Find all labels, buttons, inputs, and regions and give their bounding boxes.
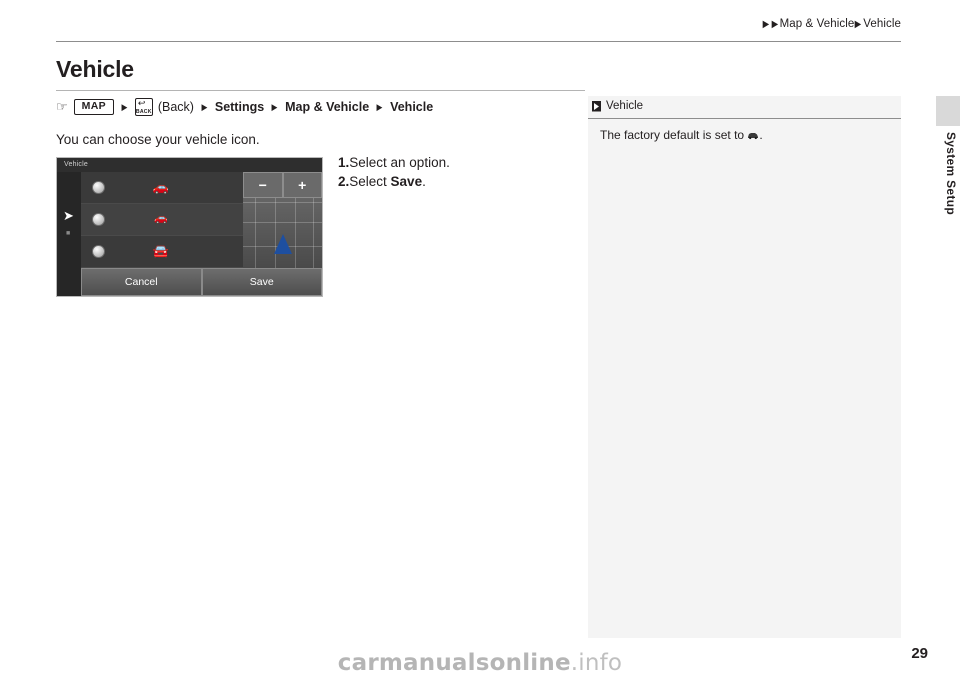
- cancel-button[interactable]: Cancel: [81, 268, 202, 296]
- back-button-key: ↩ BACK: [134, 98, 153, 116]
- zoom-out-button[interactable]: −: [243, 172, 283, 198]
- option-radio[interactable]: [92, 212, 105, 226]
- figure-left-toolbar: ➤ ■: [57, 172, 81, 296]
- section-tab-label: System Setup: [944, 132, 958, 215]
- path-arrow-icon: ▶: [271, 101, 278, 112]
- note-text-prefix: The factory default is set to: [600, 128, 748, 142]
- section-tab-marker: [936, 96, 960, 126]
- map-button-key: MAP: [73, 98, 114, 115]
- default-car-icon: [747, 128, 759, 140]
- list-item[interactable]: 🚗: [81, 172, 245, 204]
- option-radio[interactable]: [92, 244, 105, 258]
- option-radio[interactable]: [92, 180, 105, 194]
- back-key-label: BACK: [135, 109, 152, 115]
- list-item[interactable]: 🚗: [81, 203, 245, 236]
- step-number-1: 1.: [338, 155, 350, 170]
- zoom-in-button[interactable]: +: [282, 172, 322, 198]
- step-number-2: 2.: [338, 174, 350, 189]
- car-icon-1: 🚗: [152, 179, 170, 195]
- note-text: The factory default is set to .: [600, 127, 891, 143]
- car-icon-3: 🚘: [152, 243, 170, 259]
- note-divider: [588, 118, 901, 119]
- watermark-main: carmanualsonline: [337, 650, 571, 676]
- pointing-hand-icon: ☞: [56, 99, 68, 114]
- navigation-path: ☞ MAP ▶ ↩ BACK (Back) ▶ Settings ▶ Map &…: [56, 98, 433, 116]
- list-item[interactable]: 🚘: [81, 235, 245, 268]
- step-text-2-bold: Save: [390, 174, 423, 189]
- scale-marker-icon: ■: [66, 230, 71, 237]
- step-list: 1.Select an option. 2.Select Save.: [338, 153, 450, 191]
- path-item-settings: Settings: [214, 100, 265, 114]
- note-title: Vehicle: [606, 100, 644, 112]
- breadcrumb-item-1: Vehicle: [863, 18, 901, 30]
- breadcrumb-arrow-icon: ▶: [854, 19, 862, 30]
- breadcrumb-arrow-icon: ▶: [762, 19, 770, 30]
- breadcrumb-arrow-icon: ▶: [771, 19, 778, 30]
- figure-action-bar: Cancel Save: [81, 268, 322, 296]
- side-note-panel: Vehicle The factory default is set to .: [588, 96, 901, 638]
- watermark-suffix: .info: [570, 650, 623, 676]
- page-title: Vehicle: [56, 56, 134, 82]
- title-divider: [56, 90, 585, 91]
- note-text-suffix: .: [759, 128, 763, 142]
- intro-text: You can choose your vehicle icon.: [56, 132, 260, 147]
- step-text-2-suffix: .: [422, 174, 426, 189]
- note-book-icon: [592, 100, 601, 112]
- step-text-2-prefix: Select: [349, 174, 391, 189]
- breadcrumb: ▶ ▶ Map & Vehicle▶ Vehicle: [762, 18, 901, 30]
- back-paren-label: (Back): [157, 100, 194, 114]
- note-header: Vehicle: [588, 96, 901, 116]
- vehicle-icon-option-list: 🚗 🚗 🚘: [81, 172, 245, 268]
- breadcrumb-item-0: Map & Vehicle: [779, 18, 855, 30]
- path-arrow-icon: ▶: [121, 101, 128, 112]
- path-arrow-icon: ▶: [201, 101, 208, 112]
- vehicle-icon-screen-figure: Vehicle ➤ ■ 🚗 🚗 🚘 − + Cancel Save: [56, 157, 323, 297]
- vehicle-position-marker-icon: [273, 234, 292, 254]
- save-button[interactable]: Save: [201, 268, 322, 296]
- watermark: carmanualsonline.info: [0, 650, 960, 676]
- north-up-arrow-icon: ➤: [63, 208, 74, 223]
- header-divider: [56, 41, 901, 42]
- back-arrow-icon: ↩: [137, 98, 146, 108]
- path-arrow-icon: ▶: [376, 101, 383, 112]
- step-item-2: 2.Select Save.: [338, 172, 450, 191]
- path-item-vehicle: Vehicle: [390, 100, 434, 114]
- figure-title: Vehicle: [57, 158, 322, 172]
- map-zoom-controls: − +: [243, 172, 322, 198]
- car-icon-2: 🚗: [154, 212, 168, 225]
- path-item-map-and-vehicle: Map & Vehicle: [285, 100, 370, 114]
- step-text-1: Select an option.: [349, 155, 450, 170]
- step-item-1: 1.Select an option.: [338, 153, 450, 172]
